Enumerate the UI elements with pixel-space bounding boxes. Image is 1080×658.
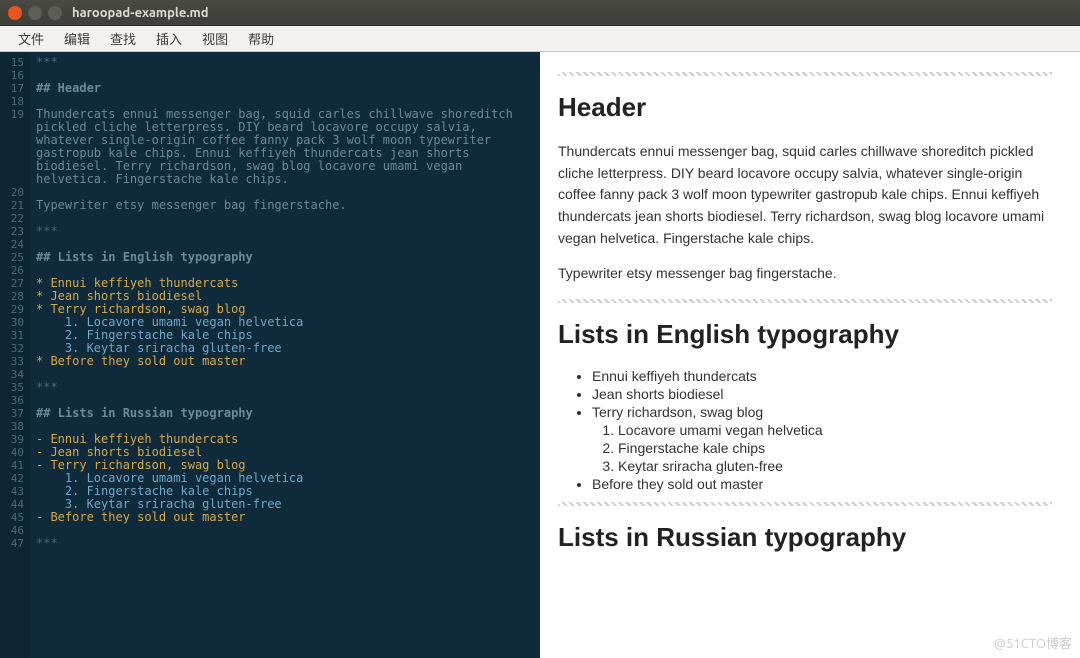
line-number: 41 <box>0 459 24 472</box>
line-number: 38 <box>0 420 24 433</box>
window-controls <box>8 6 62 20</box>
preview-list: Ennui keffiyeh thundercats Jean shorts b… <box>558 368 1052 492</box>
line-number: 25 <box>0 251 24 264</box>
list-item: Keytar sriracha gluten-free <box>618 458 1052 474</box>
list-item: Terry richardson, swag blog Locavore uma… <box>592 404 1052 474</box>
app-body: 1516171819 20212223242526272829303132333… <box>0 52 1080 658</box>
hr-divider <box>558 502 1052 506</box>
code-line[interactable]: *** <box>36 381 534 394</box>
line-number: 43 <box>0 485 24 498</box>
preview-paragraph: Thundercats ennui messenger bag, squid c… <box>558 141 1052 249</box>
editor-gutter: 1516171819 20212223242526272829303132333… <box>0 52 30 658</box>
line-number: 21 <box>0 199 24 212</box>
line-number: 15 <box>0 56 24 69</box>
code-line[interactable]: *** <box>36 537 534 550</box>
preview-inner: Header Thundercats ennui messenger bag, … <box>540 52 1080 591</box>
menu-view[interactable]: 视图 <box>192 29 238 48</box>
line-number: 33 <box>0 355 24 368</box>
line-number: 29 <box>0 303 24 316</box>
maximize-icon[interactable] <box>48 6 62 20</box>
line-number: 23 <box>0 225 24 238</box>
line-number: 39 <box>0 433 24 446</box>
line-number: 17 <box>0 82 24 95</box>
line-number: 27 <box>0 277 24 290</box>
line-number: 37 <box>0 407 24 420</box>
line-number: 42 <box>0 472 24 485</box>
line-number-continuation <box>0 147 24 160</box>
list-item: Jean shorts biodiesel <box>592 386 1052 402</box>
code-line[interactable]: ## Lists in English typography <box>36 251 534 264</box>
line-number-continuation <box>0 173 24 186</box>
line-number: 28 <box>0 290 24 303</box>
line-number: 44 <box>0 498 24 511</box>
menu-find[interactable]: 查找 <box>100 29 146 48</box>
line-number-continuation <box>0 160 24 173</box>
list-item: Locavore umami vegan helvetica <box>618 422 1052 438</box>
preview-ordered-list: Locavore umami vegan helvetica Fingersta… <box>592 422 1052 474</box>
line-number: 18 <box>0 95 24 108</box>
line-number: 20 <box>0 186 24 199</box>
watermark: @51CTO博客 <box>994 633 1072 652</box>
code-line[interactable]: * Before they sold out master <box>36 355 534 368</box>
menu-edit[interactable]: 编辑 <box>54 29 100 48</box>
line-number: 47 <box>0 537 24 550</box>
line-number-continuation <box>0 134 24 147</box>
preview-panel: Header Thundercats ennui messenger bag, … <box>540 52 1080 658</box>
menu-insert[interactable]: 插入 <box>146 29 192 48</box>
editor-panel[interactable]: 1516171819 20212223242526272829303132333… <box>0 52 540 658</box>
hr-divider <box>558 72 1052 76</box>
preview-heading: Lists in Russian typography <box>558 522 1052 553</box>
menubar: 文件 编辑 查找 插入 视图 帮助 <box>0 26 1080 52</box>
line-number: 19 <box>0 108 24 121</box>
list-item: Before they sold out master <box>592 476 1052 492</box>
line-number: 31 <box>0 329 24 342</box>
line-number: 24 <box>0 238 24 251</box>
preview-heading: Lists in English typography <box>558 319 1052 350</box>
window-title: haroopad-example.md <box>72 6 209 20</box>
list-item-label: Terry richardson, swag blog <box>592 404 763 420</box>
line-number: 46 <box>0 524 24 537</box>
line-number: 32 <box>0 342 24 355</box>
code-line[interactable]: Typewriter etsy messenger bag fingerstac… <box>36 199 534 212</box>
list-item: Ennui keffiyeh thundercats <box>592 368 1052 384</box>
code-line[interactable] <box>36 212 534 225</box>
line-number: 35 <box>0 381 24 394</box>
code-line[interactable]: ## Header <box>36 82 534 95</box>
code-line[interactable]: *** <box>36 56 534 69</box>
close-icon[interactable] <box>8 6 22 20</box>
line-number: 22 <box>0 212 24 225</box>
line-number: 34 <box>0 368 24 381</box>
preview-heading: Header <box>558 92 1052 123</box>
editor-code[interactable]: *** ## Header Thundercats ennui messenge… <box>30 52 540 658</box>
code-line[interactable] <box>36 524 534 537</box>
menu-help[interactable]: 帮助 <box>238 29 284 48</box>
line-number: 16 <box>0 69 24 82</box>
window-titlebar: haroopad-example.md <box>0 0 1080 26</box>
code-line[interactable] <box>36 69 534 82</box>
preview-paragraph: Typewriter etsy messenger bag fingerstac… <box>558 263 1052 285</box>
code-line[interactable] <box>36 368 534 381</box>
code-line[interactable]: ## Lists in Russian typography <box>36 407 534 420</box>
menu-file[interactable]: 文件 <box>8 29 54 48</box>
line-number-continuation <box>0 121 24 134</box>
line-number: 45 <box>0 511 24 524</box>
line-number: 40 <box>0 446 24 459</box>
hr-divider <box>558 299 1052 303</box>
code-line[interactable]: *** <box>36 225 534 238</box>
code-line[interactable]: - Before they sold out master <box>36 511 534 524</box>
code-line[interactable]: Thundercats ennui messenger bag, squid c… <box>36 108 534 186</box>
list-item: Fingerstache kale chips <box>618 440 1052 456</box>
line-number: 26 <box>0 264 24 277</box>
minimize-icon[interactable] <box>28 6 42 20</box>
line-number: 36 <box>0 394 24 407</box>
line-number: 30 <box>0 316 24 329</box>
